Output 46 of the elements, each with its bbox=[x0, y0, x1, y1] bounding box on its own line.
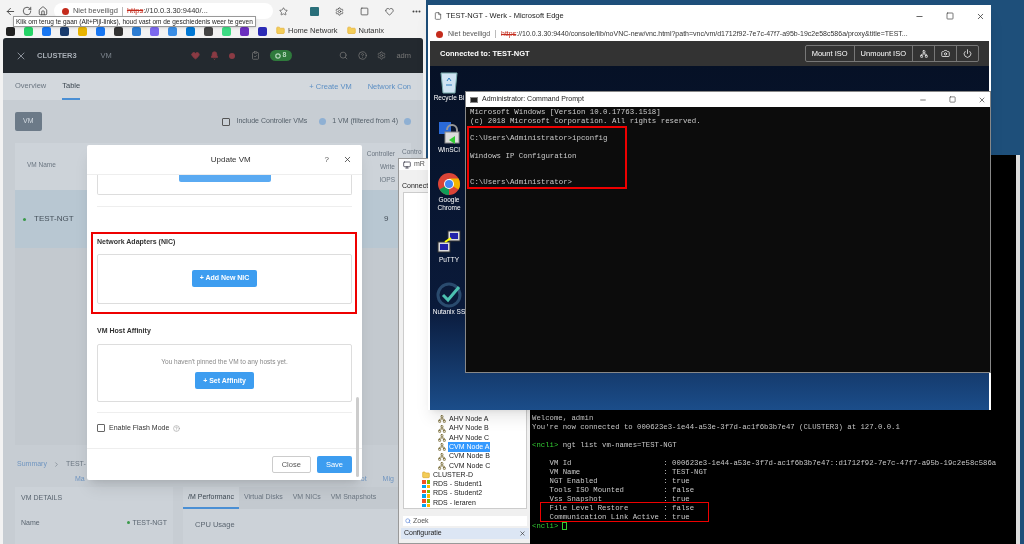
table-cell: 9 bbox=[384, 213, 389, 225]
page-icon bbox=[434, 12, 442, 20]
close-icon[interactable] bbox=[519, 529, 526, 537]
search-icon bbox=[405, 518, 411, 525]
health-icon[interactable] bbox=[190, 51, 200, 60]
computers-icon[interactable] bbox=[436, 230, 462, 256]
checkmark-circle-icon[interactable] bbox=[436, 282, 462, 308]
close-icon[interactable] bbox=[978, 95, 986, 104]
close-icon[interactable] bbox=[976, 11, 985, 21]
split-screen-icon[interactable] bbox=[360, 6, 370, 16]
help-icon[interactable] bbox=[358, 51, 368, 60]
ring-icon bbox=[274, 52, 281, 59]
camera-icon bbox=[941, 49, 950, 58]
console-icon bbox=[470, 96, 478, 103]
tasks-icon[interactable] bbox=[250, 51, 260, 60]
extension-icon[interactable] bbox=[335, 6, 345, 16]
power-icon bbox=[963, 49, 972, 58]
folder-icon bbox=[276, 25, 285, 35]
network-icon bbox=[919, 49, 928, 58]
browser-icon[interactable] bbox=[437, 172, 461, 196]
reload-icon[interactable] bbox=[21, 6, 32, 16]
app-icon bbox=[403, 160, 411, 169]
close-icon[interactable] bbox=[343, 155, 352, 164]
recycle-bin-icon[interactable] bbox=[438, 70, 460, 94]
error-icon bbox=[61, 7, 69, 15]
folder-icon bbox=[346, 25, 356, 35]
dialog-title: Update VM bbox=[210, 153, 251, 166]
search-icon[interactable] bbox=[339, 51, 349, 60]
settings-icon[interactable] bbox=[377, 51, 387, 60]
home-icon[interactable] bbox=[37, 6, 48, 16]
extension-icon[interactable] bbox=[310, 6, 320, 16]
favorite-icon[interactable] bbox=[279, 6, 289, 16]
maximize-icon[interactable] bbox=[949, 96, 956, 103]
help-button[interactable]: ? bbox=[324, 153, 329, 166]
alert-icon[interactable] bbox=[209, 51, 219, 60]
chevron-icon bbox=[52, 460, 60, 468]
more-icon[interactable] bbox=[412, 9, 421, 13]
maximize-icon[interactable] bbox=[946, 12, 954, 20]
padlock-icon[interactable] bbox=[437, 120, 461, 146]
scrollbar[interactable] bbox=[356, 397, 359, 477]
back-icon[interactable] bbox=[5, 5, 16, 17]
folder-icon bbox=[422, 471, 430, 480]
health-icon[interactable] bbox=[385, 6, 395, 16]
checkbox[interactable] bbox=[222, 117, 231, 126]
checkbox[interactable] bbox=[97, 424, 105, 433]
error-icon bbox=[436, 30, 443, 38]
